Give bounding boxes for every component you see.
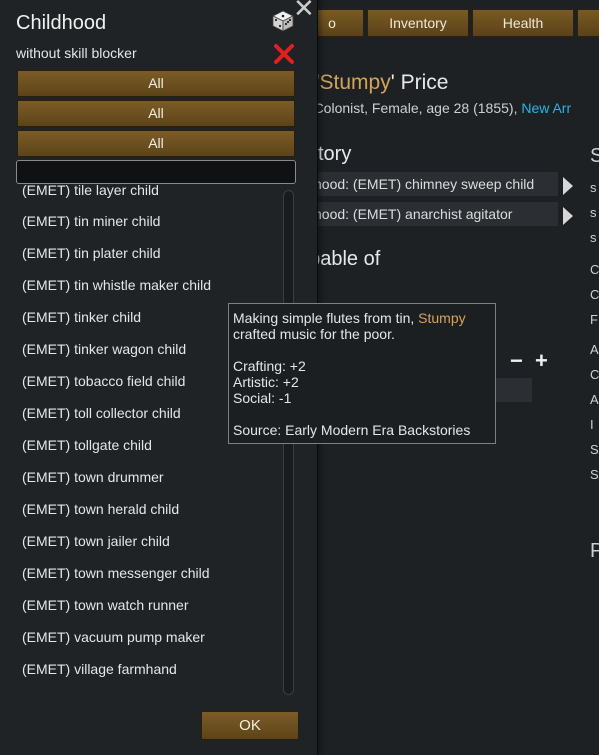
list-item[interactable]: (EMET) town drummer [22, 467, 164, 487]
list-item[interactable]: (EMET) toll collector child [22, 403, 181, 423]
arrow-right-icon[interactable] [563, 177, 573, 195]
list-item[interactable]: (EMET) tin whistle maker child [22, 275, 211, 295]
list-item[interactable]: (EMET) tile layer child [22, 184, 159, 200]
tooltip-source: Source: Early Modern Era Backstories [233, 422, 471, 438]
tooltip-skill: Crafting: +2 [233, 358, 306, 374]
skill-blocker-filter-label: without skill blocker [16, 45, 137, 61]
tooltip-description: Making simple flutes from tin, Stumpy cr… [233, 310, 466, 342]
dice-icon[interactable] [272, 10, 294, 32]
minus-button[interactable]: − [510, 348, 523, 374]
search-input[interactable] [16, 160, 296, 184]
section-fragment: P [590, 540, 599, 562]
trait-bar [490, 378, 532, 402]
list-item[interactable]: (EMET) tollgate child [22, 435, 152, 455]
tooltip-pawn-name: Stumpy [418, 310, 466, 326]
list-item[interactable]: (EMET) town watch runner [22, 595, 189, 615]
tab-more[interactable] [577, 9, 599, 37]
list-item[interactable]: (EMET) tobacco field child [22, 371, 185, 391]
skill-fragment: C [590, 287, 599, 302]
tab-inventory[interactable]: Inventory [367, 9, 469, 37]
skill-fragment: s [590, 205, 597, 220]
tooltip-skill: Artistic: +2 [233, 374, 299, 390]
backstory-tooltip: Making simple flutes from tin, Stumpy cr… [228, 303, 496, 444]
skill-fragment: I [590, 417, 594, 432]
category-filter-button[interactable]: All [17, 70, 295, 97]
skill-fragment: s [590, 230, 597, 245]
red-x-icon[interactable] [272, 42, 296, 66]
close-icon[interactable]: ✕ [293, 0, 315, 24]
list-item[interactable]: (EMET) tin miner child [22, 211, 160, 231]
skill-fragment: S [590, 442, 599, 457]
faction-link[interactable]: New Arr [521, 100, 571, 116]
skill-fragment: s [590, 180, 597, 195]
category-filter-button[interactable]: All [17, 100, 295, 127]
backstory-row-adulthood[interactable]: hood: (EMET) anarchist agitator [298, 202, 558, 226]
tab-health[interactable]: Health [472, 9, 574, 37]
tooltip-skill: Social: -1 [233, 390, 292, 406]
skill-fragment: F [590, 312, 598, 327]
plus-button[interactable]: + [535, 348, 548, 374]
category-filter-button[interactable]: All [17, 130, 295, 157]
pawn-subtitle: n, Colonist, Female, age 28 (1855), New … [298, 100, 572, 116]
skill-fragment: A [590, 392, 599, 407]
skill-fragment: C [590, 367, 599, 382]
list-item[interactable]: (EMET) town messenger child [22, 563, 210, 583]
pawn-name: Stumpy [319, 71, 391, 94]
backstory-row-childhood[interactable]: hood: (EMET) chimney sweep child [298, 172, 558, 196]
list-item[interactable]: (EMET) vacuum pump maker [22, 627, 205, 647]
pawn-title: o 'Stumpy' Price [298, 71, 449, 94]
list-item[interactable]: (EMET) town herald child [22, 499, 179, 519]
list-item[interactable]: (EMET) tinker wagon child [22, 339, 186, 359]
ok-button[interactable]: OK [201, 711, 299, 740]
skill-fragment: S [590, 467, 599, 482]
skills-heading-fragment: S [590, 145, 599, 167]
arrow-right-icon[interactable] [563, 207, 573, 225]
list-item[interactable]: (EMET) town jailer child [22, 531, 170, 551]
skill-fragment: A [590, 342, 599, 357]
list-item[interactable]: (EMET) village farmhand [22, 659, 177, 679]
list-item[interactable]: (EMET) tinker child [22, 307, 141, 327]
list-item[interactable]: (EMET) tin plater child [22, 243, 160, 263]
dialog-title: Childhood [16, 12, 107, 34]
skill-fragment: C [590, 262, 599, 277]
